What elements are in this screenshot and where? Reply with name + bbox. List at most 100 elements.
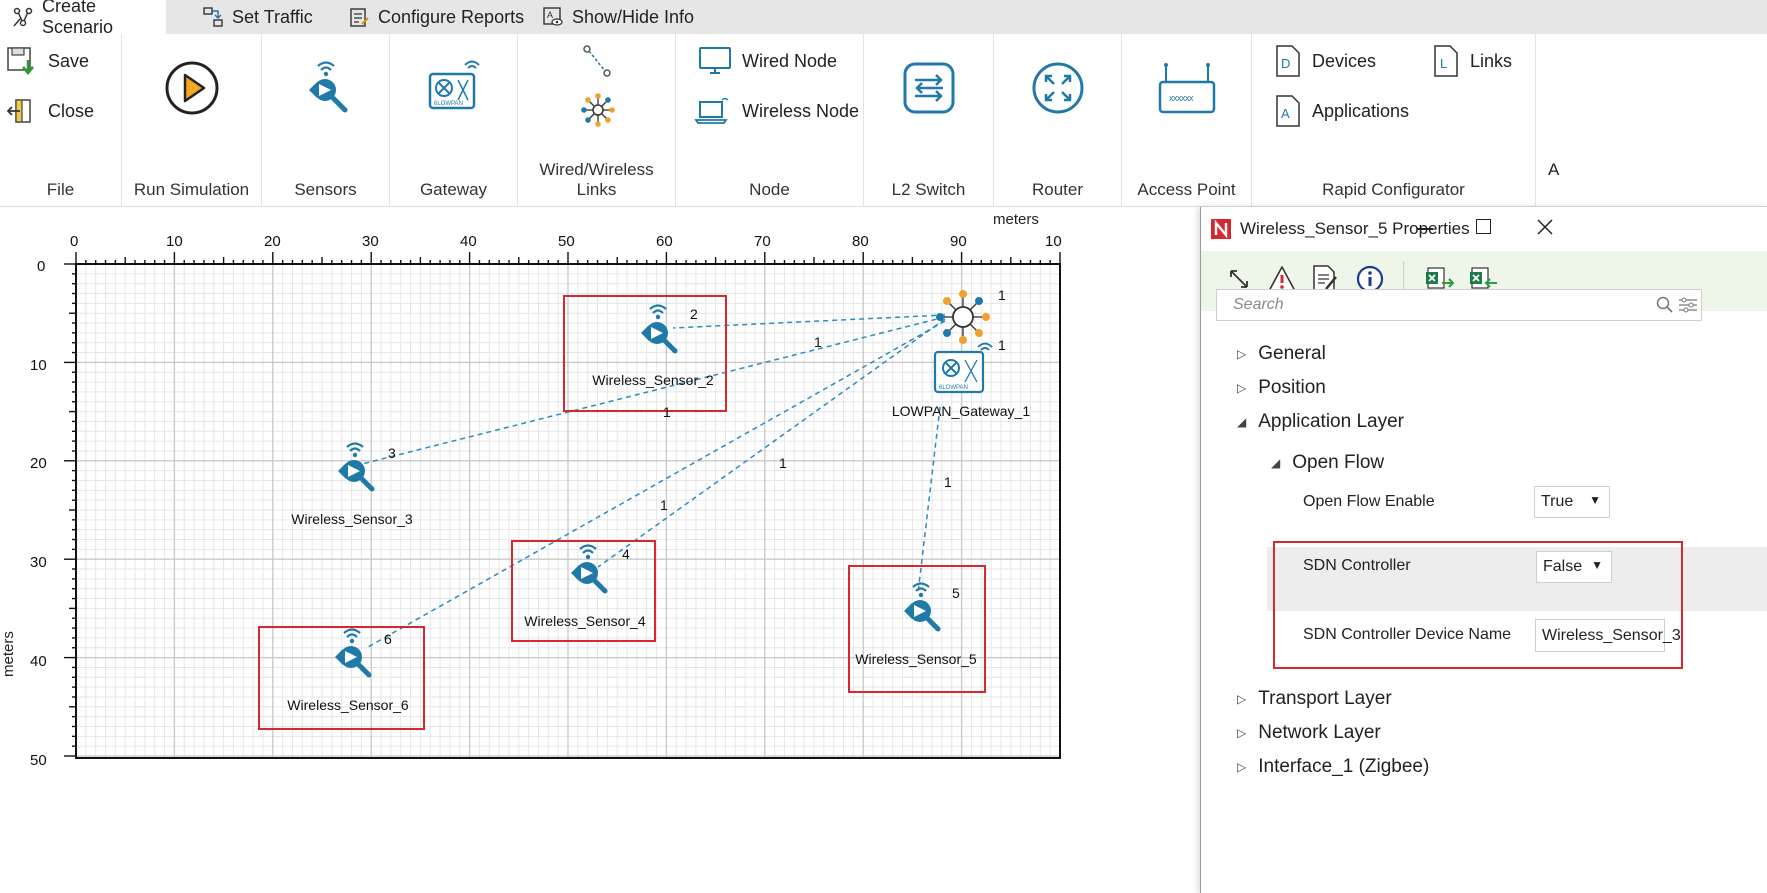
tree-interface[interactable]: ▷ Interface_1 (Zigbee) (1237, 756, 1429, 778)
links-config-label: Links (1470, 50, 1513, 71)
links-config-button[interactable]: L Links (1432, 44, 1512, 78)
create-scenario-icon (13, 7, 33, 27)
filter-settings-icon[interactable] (1678, 296, 1698, 314)
tree-position-label: Position (1258, 377, 1326, 398)
tree-application-layer[interactable]: ◢ Application Layer (1237, 411, 1404, 433)
tree-transport-layer[interactable]: ▷ Transport Layer (1237, 688, 1392, 710)
tab-configure-reports[interactable]: Configure Reports (336, 0, 536, 34)
sensor-6-label: Wireless_Sensor_6 (287, 697, 409, 713)
maximize-button[interactable] (1476, 219, 1491, 234)
x-tick-20: 20 (264, 233, 281, 250)
x-tick-0: 0 (70, 233, 78, 250)
scenario-canvas[interactable]: meters meters 0 10 20 30 40 50 60 70 80 … (0, 207, 1200, 893)
access-point-icon: xxxxxx (1158, 63, 1215, 114)
wired-link-icon[interactable] (582, 44, 612, 78)
y-tick-10: 10 (30, 357, 47, 374)
x-tick-40: 40 (460, 233, 477, 250)
tree-open-flow[interactable]: ◢ Open Flow (1271, 452, 1384, 474)
expand-icon[interactable] (1227, 267, 1251, 291)
tree-transport-layer-label: Transport Layer (1258, 688, 1392, 709)
set-traffic-icon (203, 7, 223, 27)
x-tick-50: 50 (558, 233, 575, 250)
search-icon[interactable] (1656, 296, 1674, 314)
group-node: Wired Node Wireless Node Node (676, 34, 864, 206)
y-tick-30: 30 (30, 554, 47, 571)
group-run-simulation[interactable]: Run Simulation (122, 34, 262, 206)
wired-node-label: Wired Node (742, 50, 838, 71)
properties-title: Wireless_Sensor_5 Properties (1240, 219, 1470, 238)
devices-button[interactable]: D Devices (1274, 44, 1376, 78)
show-hide-info-icon: A (543, 7, 563, 26)
y-tick-40: 40 (30, 653, 47, 670)
highlight-sensor-5 (848, 565, 986, 693)
group-sensors[interactable]: Sensors (262, 34, 390, 206)
svg-text:6LOWPAN: 6LOWPAN (434, 101, 463, 107)
tree-application-layer-label: Application Layer (1258, 411, 1404, 432)
svg-text:D: D (1281, 56, 1290, 71)
minimize-button[interactable] (1417, 228, 1433, 230)
expand-arrow-icon: ▷ (1237, 760, 1247, 774)
run-simulation-label: Run Simulation (133, 180, 250, 199)
link-label-b: 1 (663, 404, 671, 420)
applications-label: Applications (1312, 100, 1410, 121)
sensor-6-id: 6 (384, 631, 392, 647)
x-tick-60: 60 (656, 233, 673, 250)
tab-configure-reports-label: Configure Reports (378, 6, 525, 27)
save-label: Save (48, 50, 90, 71)
tab-create-scenario-label: Create Scenario (42, 0, 114, 37)
desktop-icon (699, 47, 731, 74)
group-access-point[interactable]: xxxxxx Access Point (1122, 34, 1252, 206)
svg-text:6LOWPAN: 6LOWPAN (939, 385, 968, 391)
switch-icon (903, 62, 954, 114)
tree-network-layer[interactable]: ▷ Network Layer (1237, 722, 1381, 744)
links-doc-icon: L (1434, 45, 1458, 77)
search-box[interactable]: Search (1216, 289, 1702, 321)
tab-set-traffic[interactable]: Set Traffic (190, 0, 325, 34)
tree-interface-label: Interface_1 (Zigbee) (1258, 756, 1430, 777)
lowpan-gateway-icon[interactable]: 6LOWPAN (933, 342, 993, 394)
close-label: Close (48, 100, 95, 121)
open-flow-enable-select[interactable]: True ▼ (1534, 486, 1610, 518)
group-l2-switch[interactable]: L2 Switch (864, 34, 994, 206)
wireless-hub-icon[interactable] (936, 290, 990, 344)
wireless-link-icon[interactable] (580, 92, 616, 128)
ribbon: Save Close File Run Simulation Sensors 6… (0, 34, 1767, 207)
group-gateway[interactable]: 6LOWPAN Gateway (390, 34, 518, 206)
link-label-c: 1 (779, 455, 787, 471)
x-tick-100: 10 (1045, 233, 1062, 250)
applications-button[interactable]: A Applications (1274, 94, 1409, 128)
group-router[interactable]: Router (994, 34, 1122, 206)
sensor-5-id: 5 (952, 585, 960, 601)
sensor-3-icon[interactable] (338, 442, 375, 492)
link-label-d: 1 (660, 497, 668, 513)
tree-general[interactable]: ▷ General (1237, 343, 1326, 365)
wired-node-button[interactable]: Wired Node (698, 46, 837, 76)
collapse-arrow-icon: ◢ (1271, 456, 1281, 470)
svg-text:A: A (1281, 106, 1290, 121)
links-label: Wired/Wireless Links (539, 160, 654, 199)
search-placeholder: Search (1233, 296, 1284, 313)
sensor-4-id: 4 (622, 546, 630, 562)
rapid-configurator-label: Rapid Configurator (1322, 180, 1465, 199)
ribbon-overflow-label: A (1548, 160, 1560, 179)
tree-network-layer-label: Network Layer (1258, 722, 1381, 743)
close-window-icon[interactable] (1537, 219, 1553, 235)
router-label: Router (1031, 180, 1084, 199)
svg-text:xxxxxx: xxxxxx (1169, 93, 1194, 103)
hub-id: 1 (998, 287, 1006, 303)
tree-position[interactable]: ▷ Position (1237, 377, 1326, 399)
gateway-label: LOWPAN_Gateway_1 (891, 403, 1031, 419)
y-tick-20: 20 (30, 455, 47, 472)
save-button[interactable]: Save (6, 46, 89, 76)
tab-show-hide-info[interactable]: A Show/Hide Info (530, 0, 706, 34)
svg-text:L: L (1440, 56, 1447, 71)
tab-show-hide-info-label: Show/Hide Info (572, 6, 695, 27)
sensor-2-id: 2 (690, 306, 698, 322)
open-flow-enable-value: True (1541, 493, 1574, 510)
highlight-sensor-2 (563, 295, 727, 412)
link-label-e: 1 (944, 474, 952, 490)
group-rapid-configurator: D Devices L Links A Applications Rapid C… (1252, 34, 1536, 206)
tab-create-scenario[interactable]: Create Scenario (0, 0, 166, 37)
close-button[interactable]: Close (6, 96, 94, 126)
wireless-node-button[interactable]: Wireless Node (694, 96, 859, 126)
